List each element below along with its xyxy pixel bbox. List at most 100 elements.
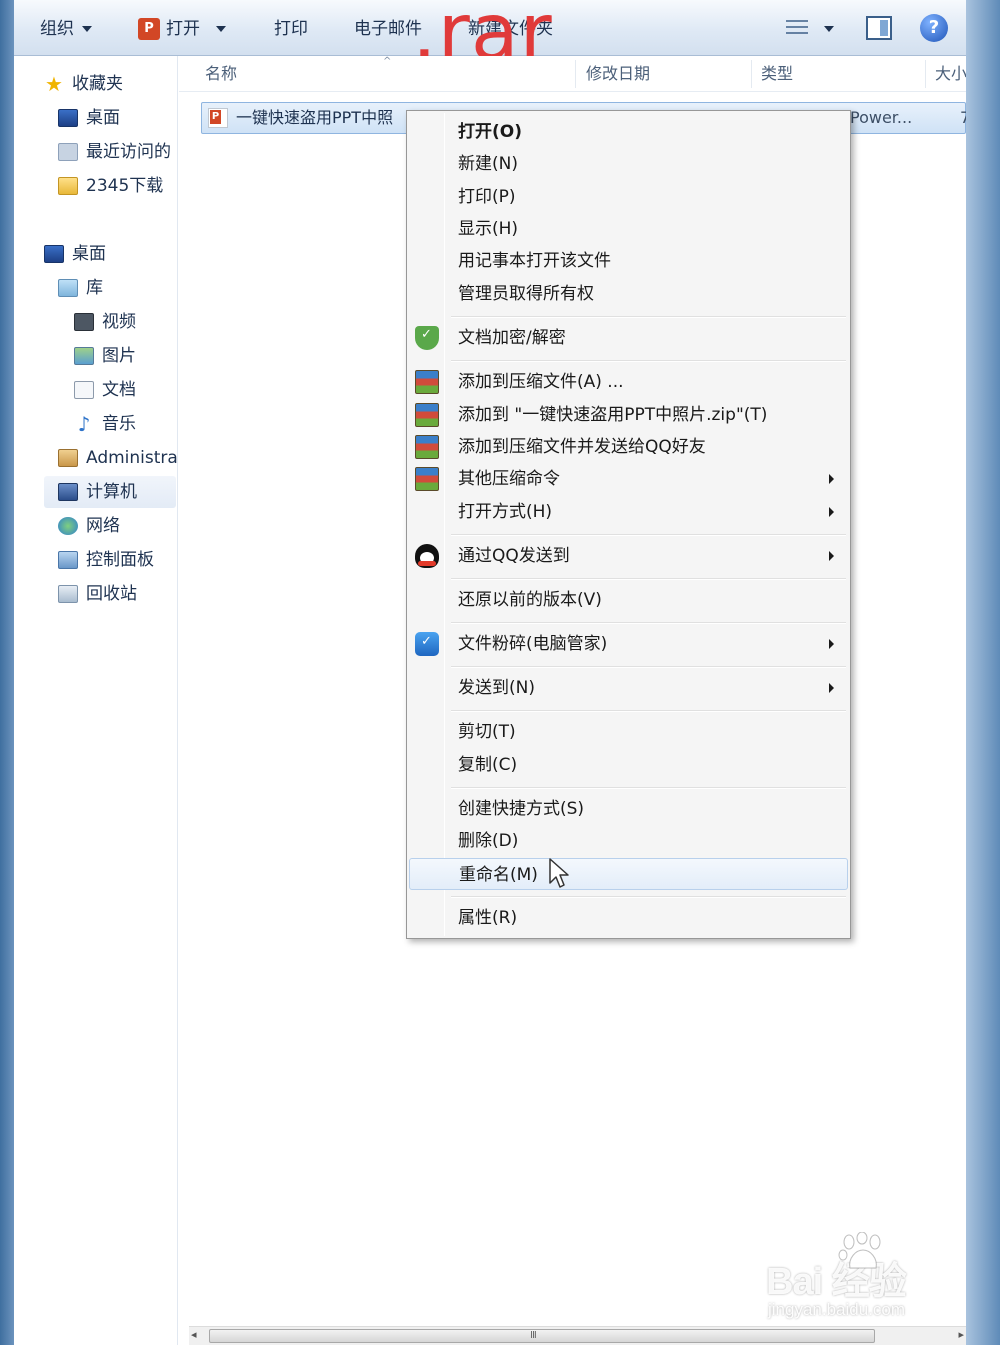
nav-label: 桌面: [72, 244, 106, 264]
column-header-name[interactable]: 名称: [205, 62, 237, 86]
menu-separator: [451, 896, 846, 898]
menu-item-encrypt[interactable]: 文档加密/解密: [409, 322, 848, 354]
menu-item-label: 发送到(N): [458, 678, 535, 698]
nav-label: 视频: [102, 312, 136, 332]
column-header-modified[interactable]: 修改日期: [586, 62, 650, 86]
pictures-icon: [74, 347, 94, 365]
menu-item-label: 打开方式(H): [458, 502, 553, 522]
nav-item-favorites[interactable]: ★ 收藏夹: [44, 70, 123, 98]
chevron-down-icon: [82, 26, 92, 32]
nav-item-music[interactable]: ♪ 音乐: [74, 410, 136, 438]
chevron-down-icon: [824, 26, 834, 32]
menu-item-label: 添加到压缩文件(A) ...: [458, 372, 624, 392]
change-view-button[interactable]: [786, 16, 834, 42]
nav-label: 计算机: [86, 482, 137, 502]
nav-item-computer[interactable]: 计算机: [58, 478, 137, 506]
scrollbar-thumb[interactable]: III: [209, 1329, 875, 1343]
scroll-left-icon[interactable]: ◂: [191, 1328, 197, 1341]
nav-label: 回收站: [86, 584, 137, 604]
menu-item-send-to[interactable]: 发送到(N): [409, 672, 848, 704]
menu-item-label: 还原以前的版本(V): [458, 590, 602, 610]
menu-item-label: 剪切(T): [458, 722, 516, 742]
nav-label: 音乐: [102, 414, 136, 434]
nav-item-documents[interactable]: 文档: [74, 376, 136, 404]
baidu-watermark: Bai 经验 jingyan.baidu.com: [766, 1232, 907, 1319]
nav-item-video[interactable]: 视频: [74, 308, 136, 336]
menu-item-delete[interactable]: 删除(D): [409, 825, 848, 857]
menu-item-label: 打开(O): [458, 122, 522, 142]
menu-item-add-zip[interactable]: 添加到 "一键快速盗用PPT中照片.zip"(T): [409, 399, 848, 431]
sort-ascending-icon: ^: [383, 56, 392, 67]
menu-item-label: 新建(N): [458, 154, 518, 174]
menu-item-show[interactable]: 显示(H): [409, 213, 848, 245]
menu-item-label: 显示(H): [458, 219, 519, 239]
column-divider[interactable]: [575, 60, 576, 88]
nav-item-recycle-bin[interactable]: 回收站: [58, 580, 137, 608]
menu-item-rename[interactable]: 重命名(M): [409, 858, 848, 890]
file-type: Power...: [850, 108, 913, 127]
nav-item-downloads[interactable]: 2345下载: [58, 172, 163, 200]
column-divider[interactable]: [751, 60, 752, 88]
open-button[interactable]: P 打开: [138, 16, 226, 42]
menu-item-take-ownership[interactable]: 管理员取得所有权: [409, 278, 848, 310]
menu-separator: [451, 787, 846, 789]
scroll-right-icon[interactable]: ▸: [958, 1328, 964, 1341]
watermark-url: jingyan.baidu.com: [768, 1300, 906, 1319]
menu-item-add-archive[interactable]: 添加到压缩文件(A) ...: [409, 366, 848, 398]
window-border-right: [966, 0, 1000, 1345]
menu-item-print[interactable]: 打印(P): [409, 181, 848, 213]
menu-item-send-qq[interactable]: 通过QQ发送到: [409, 540, 848, 572]
menu-item-label: 其他压缩命令: [458, 469, 560, 489]
column-divider[interactable]: [925, 60, 926, 88]
nav-label: 收藏夹: [72, 74, 123, 94]
menu-item-other-compress[interactable]: 其他压缩命令: [409, 463, 848, 495]
nav-item-control-panel[interactable]: 控制面板: [58, 546, 154, 574]
help-icon[interactable]: ?: [920, 14, 948, 42]
music-note-icon: ♪: [77, 412, 91, 436]
print-button[interactable]: 打印: [274, 16, 308, 42]
menu-item-new[interactable]: 新建(N): [409, 148, 848, 180]
menu-separator: [451, 316, 846, 318]
star-icon: ★: [45, 72, 63, 96]
menu-item-open-with[interactable]: 打开方式(H): [409, 496, 848, 528]
menu-item-label: 属性(R): [458, 908, 518, 928]
menu-item-label: 文件粉碎(电脑管家): [458, 634, 608, 654]
menu-item-label: 重命名(M): [459, 865, 538, 885]
nav-label: 文档: [102, 380, 136, 400]
menu-separator: [451, 578, 846, 580]
nav-item-fav-desktop[interactable]: 桌面: [58, 104, 120, 132]
nav-label: 网络: [86, 516, 120, 536]
winrar-icon: [415, 435, 439, 459]
menu-item-cut[interactable]: 剪切(T): [409, 716, 848, 748]
preview-pane-button[interactable]: [866, 16, 892, 40]
menu-item-label: 文档加密/解密: [458, 328, 566, 348]
menu-item-archive-send-qq[interactable]: 添加到压缩文件并发送给QQ好友: [409, 431, 848, 463]
menu-separator: [451, 534, 846, 536]
horizontal-scrollbar[interactable]: ◂ III ▸: [189, 1326, 966, 1345]
menu-item-open-notepad[interactable]: 用记事本打开该文件: [409, 245, 848, 277]
menu-item-label: 删除(D): [458, 831, 519, 851]
nav-item-admin[interactable]: Administra: [58, 444, 178, 472]
view-list-icon: [786, 20, 808, 38]
nav-item-pictures[interactable]: 图片: [74, 342, 136, 370]
menu-item-properties[interactable]: 属性(R): [409, 902, 848, 934]
menu-item-copy[interactable]: 复制(C): [409, 749, 848, 781]
network-icon: [58, 517, 78, 535]
winrar-icon: [415, 403, 439, 427]
menu-item-restore-versions[interactable]: 还原以前的版本(V): [409, 584, 848, 616]
organize-button[interactable]: 组织: [40, 16, 92, 42]
nav-item-recent[interactable]: 最近访问的: [58, 138, 171, 166]
column-header-type[interactable]: 类型: [761, 62, 793, 86]
chevron-right-icon: [829, 474, 834, 484]
nav-item-desktop[interactable]: 桌面: [44, 240, 106, 268]
nav-item-network[interactable]: 网络: [58, 512, 120, 540]
nav-item-library[interactable]: 库: [58, 274, 103, 302]
file-size: 7: [960, 108, 966, 127]
menu-item-open[interactable]: 打开(O): [409, 116, 848, 148]
nav-label: 图片: [102, 346, 136, 366]
menu-item-shred[interactable]: 文件粉碎(电脑管家): [409, 628, 848, 660]
column-header-size[interactable]: 大小: [935, 62, 966, 86]
menu-item-label: 复制(C): [458, 755, 518, 775]
chevron-down-icon[interactable]: [216, 26, 226, 32]
menu-item-create-shortcut[interactable]: 创建快捷方式(S): [409, 793, 848, 825]
